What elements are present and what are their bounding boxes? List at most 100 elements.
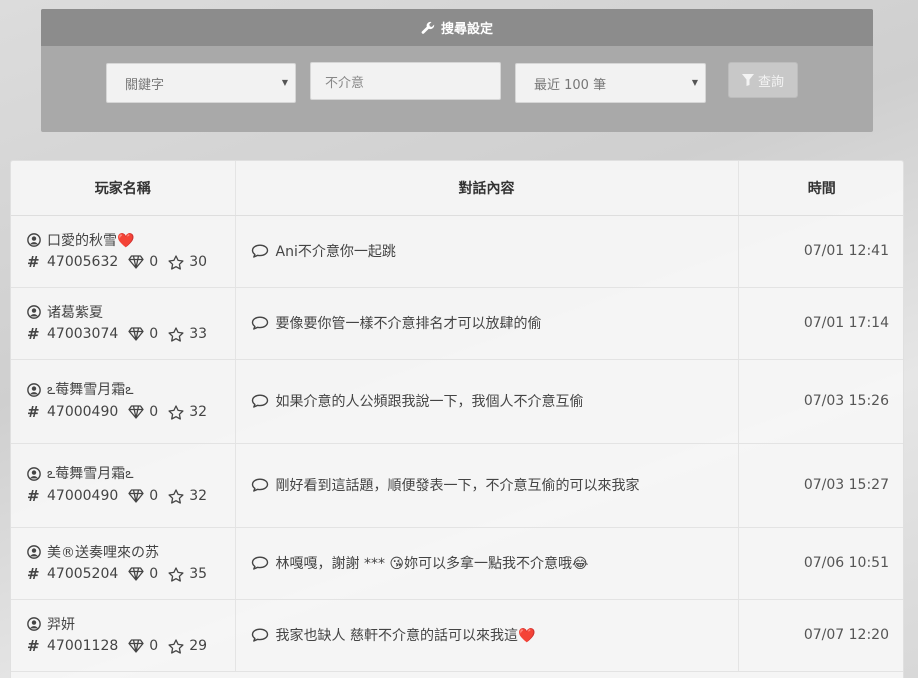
stars-stat: 32: [168, 404, 207, 420]
stars-stat: 35: [168, 566, 207, 582]
diamond-icon: [128, 405, 144, 419]
diamond-icon: [128, 489, 144, 503]
comment-icon: [251, 316, 268, 330]
gems-stat: 0: [128, 254, 158, 270]
message-time: 07/07 12:20: [803, 627, 889, 643]
gems-stat: 0: [128, 326, 158, 342]
message-text: 要像要你管一樣不介意排名才可以放肆的偷: [275, 316, 542, 332]
player-id: 47000490: [47, 488, 119, 504]
star-icon: [168, 254, 184, 270]
time-cell: 07/03 15:26: [738, 359, 903, 444]
user-circle-icon: [27, 305, 47, 319]
star-icon: [168, 404, 184, 420]
message-cell: 我家也缺人 慈軒不介意的話可以來我這❤️: [235, 599, 739, 672]
comment-icon: [251, 478, 268, 492]
diamond-icon: [128, 255, 144, 269]
message-cell: Ani不介意你一起跳: [235, 215, 739, 288]
player-name[interactable]: ఽ莓舞雪月霜ఽ: [47, 463, 134, 485]
message-text: 林嘎嘎，謝謝 *** 😘妳可以多拿一點我不介意哦😂: [275, 556, 589, 572]
player-cell: 口愛的秋雪❤️ # 47005632 0 30: [11, 215, 236, 288]
player-cell: ఽ莓舞雪月霜ఽ # 47000490 0 32: [11, 359, 236, 444]
query-label: 查詢: [757, 74, 784, 90]
star-icon: [168, 488, 184, 504]
table-row: ఽ莓舞雪月霜ఽ # 47000490 0 32 剛好看到這話題，順便發表一下，不…: [11, 443, 903, 528]
comment-icon: [251, 394, 268, 408]
stars-count: 30: [189, 254, 208, 270]
hash-icon: #: [27, 637, 40, 655]
player-id: 47005632: [47, 254, 119, 270]
header-message: 對話內容: [235, 161, 739, 216]
table-row: ఽ莓舞雪月霜ఽ # 47000490 0 32 如果介意的人公頻跟我說一下，我個…: [11, 359, 903, 444]
table-row: 羿妍 # 47001128 0 29 我家也缺人 慈軒不介意的話可以來我這❤️: [11, 599, 903, 672]
gems-count: 0: [149, 488, 159, 504]
stars-count: 33: [189, 326, 208, 342]
message-cell: 林嘎嘎，謝謝 *** 😘妳可以多拿一點我不介意哦😂: [235, 527, 739, 600]
diamond-icon: [128, 327, 144, 341]
time-cell: 07/03 15:27: [738, 443, 903, 528]
stars-count: 32: [189, 488, 208, 504]
player-id: 47001128: [47, 638, 119, 654]
search-panel: 搜尋設定 關鍵字 不介意 最近 100 筆 查詢: [41, 9, 873, 132]
comment-icon: [251, 556, 268, 570]
header-time: 時間: [738, 161, 903, 216]
wrench-icon: [421, 21, 435, 35]
gems-count: 0: [149, 404, 159, 420]
message-time: 07/03 15:27: [803, 477, 889, 493]
table-row: 口愛的秋雪❤️ # 47005632 0 30 Ani不介意你一起跳 07/01…: [11, 215, 903, 288]
gems-count: 0: [149, 326, 159, 342]
player-name[interactable]: 诸葛紫夏: [47, 302, 103, 322]
user-circle-icon: [27, 233, 47, 247]
message-cell: 要像要你管一樣不介意排名才可以放肆的偷: [235, 287, 739, 360]
player-cell: 美®送奏哩來の苏 # 47005204 0 35: [11, 527, 236, 600]
time-cell: 07/07 12:20: [738, 599, 903, 672]
limit-select-value: 最近 100 筆: [534, 77, 607, 93]
player-cell: ఽ莓舞雪月霜ఽ # 47000490 0 32: [11, 443, 236, 528]
stars-count: 35: [189, 566, 208, 582]
field-select-value: 關鍵字: [125, 77, 165, 93]
stars-stat: 33: [168, 326, 207, 342]
user-circle-icon: [27, 467, 47, 481]
player-name[interactable]: 口愛的秋雪❤️: [47, 230, 134, 250]
stars-stat: 30: [168, 254, 207, 270]
player-name[interactable]: 美®送奏哩來の苏: [47, 542, 159, 562]
query-button[interactable]: 查詢: [728, 62, 798, 98]
table-row: 诸葛紫夏 # 47003074 0 33 要像要你管一樣不介意排名才可以放肆的偷: [11, 287, 903, 360]
user-circle-icon: [27, 545, 47, 559]
stars-stat: 32: [168, 488, 207, 504]
hash-icon: #: [27, 325, 40, 343]
table-header-row: 玩家名稱 對話內容 時間: [11, 161, 903, 216]
stars-count: 32: [189, 404, 208, 420]
message-cell: 剛好看到這話題，順便發表一下，不介意互偷的可以來我家: [235, 443, 739, 528]
field-select[interactable]: 關鍵字: [106, 63, 296, 103]
gems-stat: 0: [128, 488, 158, 504]
stars-stat: 29: [168, 638, 207, 654]
gems-stat: 0: [128, 404, 158, 420]
message-text: 剛好看到這話題，順便發表一下，不介意互偷的可以來我家: [275, 478, 640, 494]
search-row: 關鍵字 不介意 最近 100 筆 查詢: [41, 46, 873, 132]
message-text: 如果介意的人公頻跟我說一下，我個人不介意互偷: [275, 394, 584, 410]
hash-icon: #: [27, 565, 40, 583]
player-name[interactable]: 羿妍: [47, 614, 75, 634]
user-circle-icon: [27, 617, 47, 631]
keyword-input-value: 不介意: [325, 75, 365, 91]
message-cell: 如果介意的人公頻跟我說一下，我個人不介意互偷: [235, 359, 739, 444]
diamond-icon: [128, 567, 144, 581]
hash-icon: #: [27, 487, 40, 505]
hash-icon: #: [27, 253, 40, 271]
player-cell: 诸葛紫夏 # 47003074 0 33: [11, 287, 236, 360]
time-cell: 07/06 10:51: [738, 527, 903, 600]
keyword-input[interactable]: 不介意: [310, 62, 501, 100]
player-name[interactable]: ఽ莓舞雪月霜ఽ: [47, 379, 134, 401]
comment-icon: [251, 244, 268, 258]
star-icon: [168, 566, 184, 582]
gems-stat: 0: [128, 566, 158, 582]
message-text: 我家也缺人 慈軒不介意的話可以來我這❤️: [275, 628, 536, 644]
limit-select[interactable]: 最近 100 筆: [515, 63, 706, 103]
player-id: 47000490: [47, 404, 119, 420]
player-cell: 羿妍 # 47001128 0 29: [11, 599, 236, 672]
comment-icon: [251, 628, 268, 642]
message-text: Ani不介意你一起跳: [275, 244, 396, 260]
player-id: 47005204: [47, 566, 119, 582]
player-id: 47003074: [47, 326, 119, 342]
diamond-icon: [128, 639, 144, 653]
